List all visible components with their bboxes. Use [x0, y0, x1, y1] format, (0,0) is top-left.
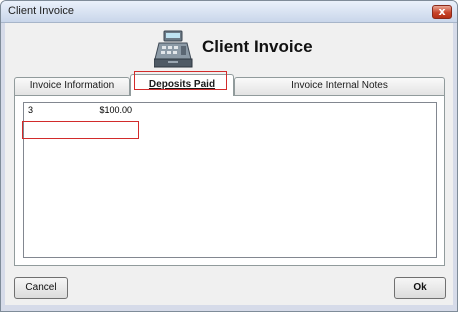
- deposit-number: 3: [28, 105, 34, 115]
- cancel-button[interactable]: Cancel: [14, 277, 68, 299]
- highlight-deposit-row: [22, 121, 139, 139]
- title-bar: Client Invoice x: [1, 1, 457, 23]
- list-item[interactable]: 3 $100.00: [26, 105, 134, 117]
- cash-register-icon: [154, 30, 193, 68]
- window-title: Client Invoice: [8, 5, 75, 17]
- deposit-amount: $100.00: [99, 105, 132, 115]
- header-title: Client Invoice: [202, 37, 313, 56]
- highlight-deposits-tab: [134, 71, 227, 90]
- ok-button[interactable]: Ok: [394, 277, 446, 299]
- tab-invoice-information[interactable]: Invoice Information: [14, 77, 130, 95]
- client-invoice-window: Client Invoice x Client Invoice Invoice …: [0, 0, 458, 312]
- tab-invoice-internal-notes[interactable]: Invoice Internal Notes: [234, 77, 445, 95]
- close-icon: x: [438, 5, 446, 18]
- dialog-body: Client Invoice Invoice Information Depos…: [5, 23, 453, 305]
- close-button[interactable]: x: [432, 5, 452, 19]
